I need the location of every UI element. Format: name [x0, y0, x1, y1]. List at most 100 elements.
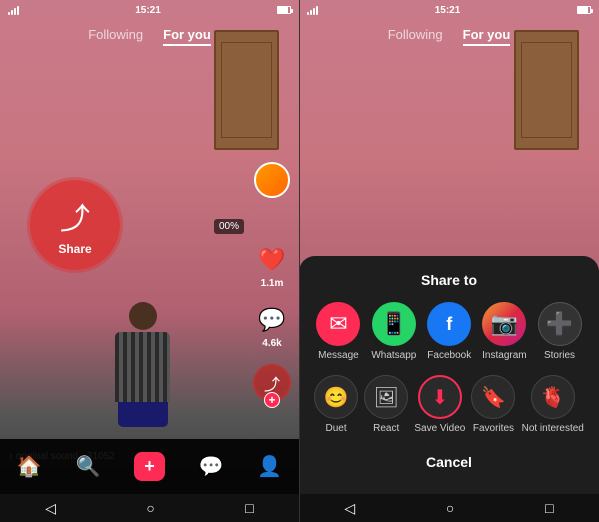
facebook-icon: f: [427, 302, 471, 346]
comment-section[interactable]: 💬 4.6k: [256, 304, 288, 349]
favorites-item[interactable]: 🔖 Favorites: [471, 375, 515, 434]
save-video-item[interactable]: ⬇ Save Video: [414, 375, 465, 434]
share-stories-item[interactable]: ➕ Stories: [538, 302, 582, 361]
share-sheet-title: Share to: [311, 272, 587, 288]
battery-icon: [277, 6, 291, 14]
left-phone-screen: 15:21 Following For you + ❤️ 1.1m 💬 4.6k…: [0, 0, 299, 522]
not-interested-icon: 🫀: [531, 375, 575, 419]
recent-button-left[interactable]: □: [245, 500, 253, 516]
message-label: Message: [318, 350, 359, 361]
duet-item[interactable]: 😊 Duet: [314, 375, 358, 434]
not-interested-label: Not interested: [522, 423, 584, 434]
profile-tab[interactable]: 👤: [257, 454, 282, 479]
right-room-door: [514, 30, 579, 150]
create-button[interactable]: +: [134, 452, 165, 481]
duet-icon: 😊: [314, 375, 358, 419]
message-icon: ✉: [316, 302, 360, 346]
share-big-icon: ⤴: [60, 194, 90, 238]
right-battery-icon: [577, 6, 591, 14]
right-status-right: [577, 6, 591, 14]
right-status-time: 15:21: [435, 5, 461, 16]
home-button-right[interactable]: ○: [446, 500, 454, 516]
save-video-label: Save Video: [414, 423, 465, 434]
inbox-tab[interactable]: 💬: [199, 454, 224, 479]
percent-label: 00%: [214, 219, 244, 234]
share-overlay[interactable]: ⤴ Share: [30, 180, 120, 270]
person-body: [115, 332, 170, 402]
right-status-bar: 15:21: [299, 0, 599, 20]
tab-following[interactable]: Following: [88, 25, 143, 46]
right-signal-bar-3: [313, 8, 315, 15]
share-big-label: Share: [58, 242, 91, 256]
back-button-left[interactable]: ◁: [45, 500, 56, 517]
room-door: [214, 30, 279, 150]
comment-count: 4.6k: [262, 338, 281, 349]
person: [108, 302, 178, 422]
avatar: [254, 162, 290, 198]
right-tab-following[interactable]: Following: [388, 25, 443, 46]
share-instagram-item[interactable]: 📷 Instagram: [482, 302, 526, 361]
whatsapp-label: Whatsapp: [371, 350, 416, 361]
right-signal-bars: [307, 5, 318, 15]
save-video-icon: ⬇: [418, 375, 462, 419]
stories-label: Stories: [544, 350, 575, 361]
signal-bar-3: [14, 8, 16, 15]
right-sidebar: + ❤️ 1.1m 💬 4.6k ⤴: [253, 162, 291, 402]
avatar-section[interactable]: +: [254, 162, 290, 198]
right-signal-indicator: [307, 5, 318, 15]
signal-bar-4: [17, 6, 19, 15]
share-sheet: Share to ✉ Message 📱 Whatsapp f Facebook…: [299, 256, 599, 494]
not-interested-item[interactable]: 🫀 Not interested: [522, 375, 584, 434]
cancel-button[interactable]: Cancel: [311, 446, 587, 478]
share-functions-row: 😊 Duet 🖼 React ⬇ Save Video 🔖 Favorites …: [311, 375, 587, 434]
right-phone-screen: 15:21 Following For you + ❤️ 1.1m Share …: [299, 0, 599, 522]
nav-tabs: Following For you: [0, 25, 299, 46]
share-facebook-item[interactable]: f Facebook: [427, 302, 471, 361]
tab-for-you[interactable]: For you: [163, 25, 211, 46]
status-right: [277, 6, 291, 14]
share-big-circle[interactable]: ⤴ Share: [30, 180, 120, 270]
whatsapp-icon: 📱: [372, 302, 416, 346]
home-tab[interactable]: 🏠: [17, 454, 42, 479]
system-nav-left: ◁ ○ □: [0, 494, 299, 522]
facebook-label: Facebook: [427, 350, 471, 361]
like-count: 1.1m: [261, 278, 284, 289]
right-tab-for-you[interactable]: For you: [463, 25, 511, 46]
right-signal-bar-2: [310, 10, 312, 15]
system-nav-right: ◁ ○ □: [299, 494, 599, 522]
like-section[interactable]: ❤️ 1.1m: [256, 244, 288, 289]
instagram-label: Instagram: [482, 350, 526, 361]
comment-icon: 💬: [256, 304, 288, 336]
react-item[interactable]: 🖼 React: [364, 375, 408, 434]
favorites-label: Favorites: [473, 423, 514, 434]
signal-bar-2: [11, 10, 13, 15]
right-nav-tabs: Following For you: [299, 25, 599, 46]
person-head: [129, 302, 157, 330]
bottom-bar: 🏠 🔍 + 💬 👤: [0, 439, 299, 494]
panel-divider: [299, 0, 300, 522]
share-whatsapp-item[interactable]: 📱 Whatsapp: [371, 302, 416, 361]
follow-button[interactable]: +: [264, 392, 280, 408]
back-button-right[interactable]: ◁: [344, 500, 355, 517]
status-bar: 15:21: [0, 0, 299, 20]
right-signal-bar-1: [307, 12, 309, 15]
react-label: React: [373, 423, 399, 434]
signal-bar-1: [8, 12, 10, 15]
favorites-icon: 🔖: [471, 375, 515, 419]
battery-fill: [278, 7, 288, 13]
search-tab[interactable]: 🔍: [76, 454, 101, 479]
share-apps-row: ✉ Message 📱 Whatsapp f Facebook 📷 Instag…: [311, 302, 587, 361]
stories-icon: ➕: [538, 302, 582, 346]
duet-label: Duet: [326, 423, 347, 434]
home-button-left[interactable]: ○: [146, 500, 154, 516]
instagram-icon: 📷: [482, 302, 526, 346]
person-legs: [118, 402, 168, 427]
status-time: 15:21: [135, 5, 161, 16]
react-icon: 🖼: [364, 375, 408, 419]
right-signal-bar-4: [316, 6, 318, 15]
recent-button-right[interactable]: □: [545, 500, 553, 516]
share-message-item[interactable]: ✉ Message: [316, 302, 360, 361]
signal-bars: [8, 5, 19, 15]
heart-icon: ❤️: [256, 244, 288, 276]
signal-indicator: [8, 5, 19, 15]
